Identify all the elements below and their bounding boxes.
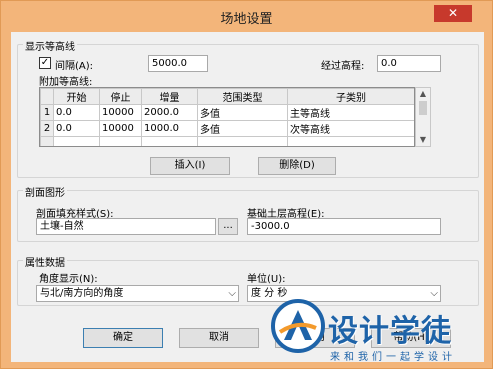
cell-increment[interactable]: 1000.0 (141, 120, 198, 137)
column-header-subcategory[interactable]: 子类别 (287, 88, 414, 105)
watermark-subtitle: 来和我们一起学设计 (330, 352, 456, 363)
cell-stop[interactable]: 10000 (99, 104, 142, 121)
angle-display-label: 角度显示(N): (39, 274, 98, 285)
contour-group-title: 显示等高线 (23, 38, 77, 53)
chevron-down-icon[interactable]: ⌵ (228, 287, 236, 301)
table-row[interactable]: 1 0.0 10000 2000.0 多值 主等高线 (40, 104, 414, 121)
cell-stop[interactable]: 10000 (99, 120, 142, 137)
insert-button[interactable]: 插入(I) (150, 157, 230, 175)
scroll-down-arrow-icon[interactable]: ▼ (416, 134, 430, 146)
scroll-thumb[interactable] (419, 101, 427, 115)
cell-range-type[interactable]: 多值 (197, 120, 288, 137)
angle-display-value: 与北/南方向的角度 (40, 288, 124, 299)
cell-range-type[interactable]: 多值 (197, 104, 288, 121)
property-group-title: 属性数据 (23, 254, 67, 269)
interval-checkbox[interactable]: ✓ (39, 57, 51, 69)
close-button[interactable]: ✕ (434, 5, 472, 22)
watermark: 设计学徒 来和我们一起学设计 (268, 298, 490, 368)
title-bar[interactable]: 场地设置 ✕ (1, 1, 492, 31)
table-header-row: 开始 停止 增量 范围类型 子类别 (40, 88, 414, 105)
cell-subcategory[interactable]: 次等高线 (287, 120, 414, 137)
delete-button[interactable]: 删除(D) (258, 157, 336, 175)
table-scrollbar[interactable]: ▲ ▼ (415, 87, 431, 147)
base-elevation-input[interactable]: -3000.0 (247, 218, 441, 235)
fill-pattern-field[interactable]: 土壤-自然 (36, 218, 216, 235)
additional-contours-table: 开始 停止 增量 范围类型 子类别 1 0.0 10000 2000.0 多值 … (39, 87, 415, 147)
column-header (40, 88, 54, 105)
table-row[interactable]: 2 0.0 10000 1000.0 多值 次等高线 (40, 120, 414, 137)
passing-elevation-label: 经过高程: (321, 61, 365, 72)
cancel-button[interactable]: 取消 (179, 328, 259, 348)
brand-logo-icon (271, 299, 325, 353)
cell-increment[interactable]: 2000.0 (141, 104, 198, 121)
additional-contours-label: 附加等高线: (39, 77, 93, 88)
dialog-title: 场地设置 (220, 12, 273, 27)
ok-button[interactable]: 确定 (83, 328, 163, 348)
cell-start[interactable]: 0.0 (53, 104, 100, 121)
watermark-title: 设计学徒 (328, 314, 452, 349)
row-number[interactable]: 2 (40, 120, 54, 137)
column-header-range-type[interactable]: 范围类型 (197, 88, 288, 105)
section-group-title: 剖面图形 (23, 184, 67, 199)
scroll-up-arrow-icon[interactable]: ▲ (416, 88, 430, 100)
column-header-increment[interactable]: 增量 (141, 88, 198, 105)
cell-start[interactable]: 0.0 (53, 120, 100, 137)
browse-button[interactable]: ... (218, 218, 238, 235)
table-row-empty[interactable] (40, 136, 414, 146)
column-header-start[interactable]: 开始 (53, 88, 100, 105)
passing-elevation-input[interactable]: 0.0 (377, 55, 441, 72)
cell-subcategory[interactable]: 主等高线 (287, 104, 414, 121)
row-number[interactable]: 1 (40, 104, 54, 121)
interval-label: 间隔(A): (55, 61, 94, 72)
interval-input[interactable]: 5000.0 (148, 55, 208, 72)
column-header-stop[interactable]: 停止 (99, 88, 142, 105)
units-label: 单位(U): (247, 274, 286, 285)
angle-display-select[interactable]: 与北/南方向的角度 ⌵ (36, 285, 239, 302)
